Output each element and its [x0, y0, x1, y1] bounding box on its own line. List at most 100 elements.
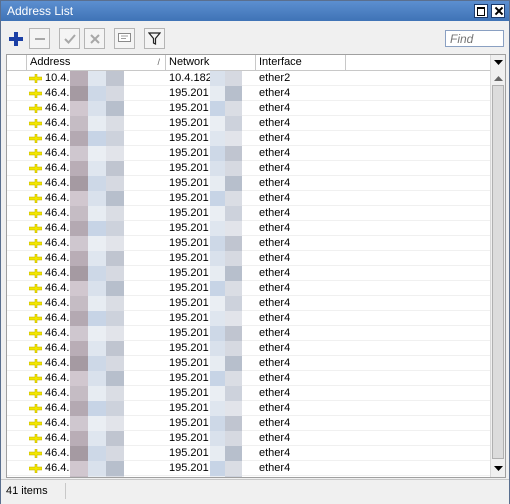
redacted-block: [106, 311, 124, 326]
redacted-block: [88, 71, 106, 86]
disable-button[interactable]: [84, 28, 105, 49]
cell-interface: ether4: [259, 192, 291, 204]
maximize-button[interactable]: [474, 4, 488, 18]
table-row[interactable]: 46.4.195.201ether4: [7, 356, 490, 371]
table-row[interactable]: 46.4.195.201ether4: [7, 221, 490, 236]
redacted-block: [70, 176, 88, 191]
table-row[interactable]: 46.4.195.201ether4: [7, 371, 490, 386]
table-row[interactable]: 46.4.195.201ether4: [7, 431, 490, 446]
address-list-tag-icon: [29, 179, 42, 188]
redacted-block: [210, 431, 225, 446]
table-row[interactable]: 10.4. 10.4.182 ether2: [7, 71, 490, 86]
header-flags[interactable]: [7, 55, 27, 70]
table-row[interactable]: 46.4.195.201ether4: [7, 341, 490, 356]
cell-interface: ether4: [259, 252, 291, 264]
scrollbar-thumb[interactable]: [492, 85, 504, 459]
redacted-block: [210, 311, 225, 326]
enable-button[interactable]: [59, 28, 80, 49]
filter-button[interactable]: [144, 28, 165, 49]
redacted-block: [225, 191, 242, 206]
redacted-block: [225, 356, 242, 371]
vertical-scrollbar[interactable]: [490, 55, 505, 477]
address-list-tag-icon: [29, 389, 42, 398]
table-row[interactable]: 46.4.195.201ether4: [7, 146, 490, 161]
redacted-block: [70, 146, 88, 161]
header-network[interactable]: Network: [166, 55, 256, 70]
redacted-block: [210, 386, 225, 401]
redacted-block: [210, 461, 225, 476]
table-row[interactable]: 46.4.195.201ether4: [7, 236, 490, 251]
cell-interface: ether4: [259, 87, 291, 99]
table-row[interactable]: 46.4.195.201ether4: [7, 386, 490, 401]
add-button[interactable]: [5, 28, 26, 49]
address-list-tag-icon: [29, 149, 42, 158]
redacted-block: [70, 476, 88, 477]
redacted-block: [225, 371, 242, 386]
address-list-tag-icon: [29, 449, 42, 458]
table-row[interactable]: 46.4.195.201ether4: [7, 206, 490, 221]
table-row[interactable]: 46.4.195.201ether4: [7, 416, 490, 431]
redacted-block: [88, 146, 106, 161]
table-row[interactable]: 46.4.195.201ether4: [7, 461, 490, 476]
table-row[interactable]: 46.4.195.201ether4: [7, 191, 490, 206]
redacted-block: [106, 386, 124, 401]
find-input[interactable]: [445, 30, 504, 47]
address-list-tag-icon: [29, 74, 42, 83]
table-row[interactable]: 46.4.195.201ether4: [7, 326, 490, 341]
cell-interface: ether4: [259, 327, 291, 339]
redacted-block: [210, 416, 225, 431]
check-icon: [63, 33, 76, 44]
scroll-menu-arrow-icon[interactable]: [491, 55, 505, 71]
address-list-tag-icon: [29, 344, 42, 353]
redacted-block: [225, 101, 242, 116]
address-list-tag-icon: [29, 299, 42, 308]
redacted-block: [106, 431, 124, 446]
redacted-block: [88, 476, 106, 477]
redacted-block: [88, 251, 106, 266]
header-address-label: Address: [30, 56, 71, 68]
table-row[interactable]: 46.4.195.201ether4: [7, 131, 490, 146]
redacted-block: [225, 71, 242, 86]
redacted-block: [210, 161, 225, 176]
table-row[interactable]: 46.4.195.201ether4: [7, 281, 490, 296]
redacted-block: [70, 206, 88, 221]
table-row[interactable]: 46.4.195.201ether4: [7, 251, 490, 266]
redacted-block: [210, 146, 225, 161]
table-row[interactable]: 46.4.195.201ether4: [7, 86, 490, 101]
table-row[interactable]: 46.4.195.201ether4: [7, 161, 490, 176]
header-interface[interactable]: Interface: [256, 55, 346, 70]
table-row[interactable]: 46.4.195.201ether4: [7, 401, 490, 416]
redacted-block: [210, 86, 225, 101]
cell-interface: ether4: [259, 282, 291, 294]
table-row[interactable]: 46.4.195.201ether4: [7, 476, 490, 477]
cell-interface: ether4: [259, 222, 291, 234]
close-button[interactable]: [491, 4, 505, 18]
redacted-block: [210, 101, 225, 116]
table-row[interactable]: 46.4.195.201ether4: [7, 116, 490, 131]
redacted-block: [88, 341, 106, 356]
table-row[interactable]: 46.4.195.201ether4: [7, 266, 490, 281]
table-row[interactable]: 46.4.195.201ether4: [7, 311, 490, 326]
redacted-block: [106, 266, 124, 281]
title-bar[interactable]: Address List: [1, 1, 509, 21]
table-row[interactable]: 46.4.195.201ether4: [7, 446, 490, 461]
cell-interface: ether4: [259, 237, 291, 249]
scroll-down-arrow-icon[interactable]: [491, 461, 505, 477]
redacted-block: [225, 476, 242, 477]
table-row[interactable]: 46.4.195.201ether4: [7, 176, 490, 191]
header-address[interactable]: Address /: [27, 55, 166, 70]
redacted-block: [70, 326, 88, 341]
table-row[interactable]: 46.4.195.201ether4: [7, 101, 490, 116]
redacted-block: [106, 191, 124, 206]
redacted-block: [88, 191, 106, 206]
cell-interface: ether4: [259, 162, 291, 174]
remove-button[interactable]: [29, 28, 50, 49]
cell-interface: ether4: [259, 447, 291, 459]
redacted-block: [106, 251, 124, 266]
redacted-block: [106, 461, 124, 476]
redacted-block: [106, 446, 124, 461]
redacted-block: [88, 461, 106, 476]
comment-button[interactable]: [114, 28, 135, 49]
scroll-up-arrow-icon[interactable]: [491, 70, 505, 86]
table-row[interactable]: 46.4.195.201ether4: [7, 296, 490, 311]
